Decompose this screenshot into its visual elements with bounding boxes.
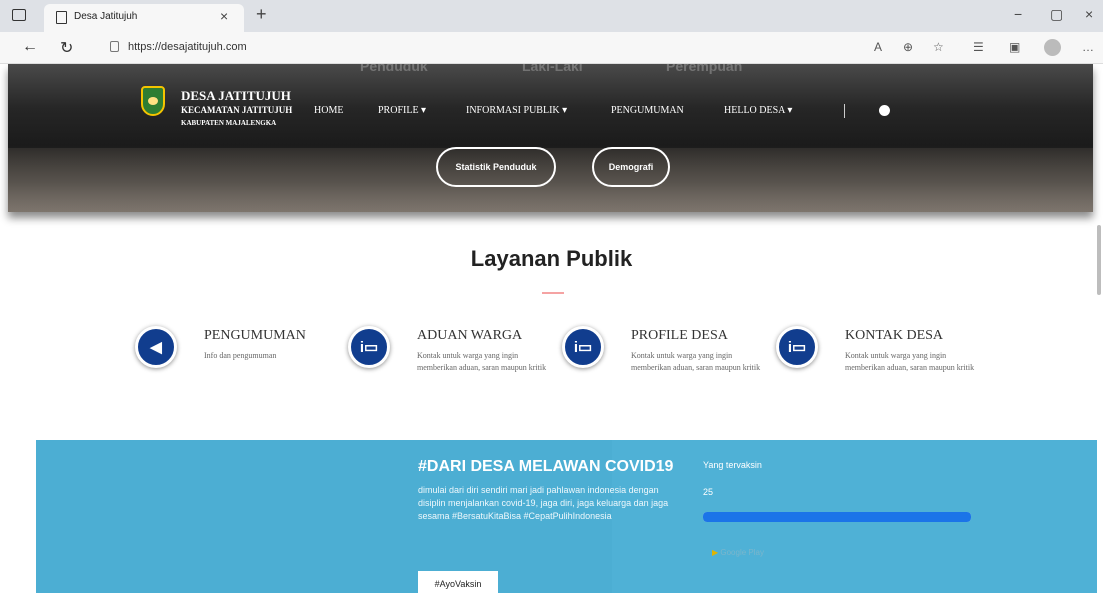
covid-title: #DARI DESA MELAWAN COVID19 (418, 458, 674, 475)
village-logo-icon[interactable] (141, 86, 165, 116)
info-board-icon[interactable]: i▭ (776, 326, 818, 368)
google-play-badge[interactable]: Google Play (712, 548, 764, 557)
nav-divider (844, 104, 845, 118)
page-viewport: Penduduk Laki-Laki Perempuan DESA JATITU… (0, 64, 1103, 593)
service-title[interactable]: KONTAK DESA (845, 328, 943, 344)
vaccination-progress-bar (703, 512, 971, 522)
brand-title[interactable]: DESA JATITUJUH (181, 88, 291, 104)
info-icon[interactable] (879, 105, 890, 116)
nav-pengumuman[interactable]: PENGUMUMAN (611, 105, 684, 116)
collections-icon[interactable]: ▣ (1009, 40, 1020, 54)
url-field[interactable]: https://desajatitujuh.com (128, 41, 247, 53)
favorite-icon[interactable]: ☆ (933, 40, 944, 54)
brand-subtitle: KECAMATAN JATITUJUH (181, 105, 293, 115)
favorites-list-icon[interactable]: ☰ (973, 40, 984, 54)
profile-avatar-icon[interactable] (1044, 39, 1061, 56)
hero-ghost-label: Laki-Laki (522, 64, 583, 74)
page-favicon-icon (56, 11, 67, 24)
service-desc: Kontak untuk warga yang ingin memberikan… (631, 351, 761, 372)
megaphone-icon[interactable]: ◀ (135, 326, 177, 368)
service-title[interactable]: PENGUMUMAN (204, 328, 306, 344)
more-options-icon[interactable]: … (1082, 40, 1094, 54)
service-desc: Kontak untuk warga yang ingin memberikan… (417, 351, 547, 372)
vaccinated-count: 25 (703, 487, 714, 497)
demografi-button[interactable]: Demografi (592, 147, 670, 187)
back-icon[interactable]: ← (22, 38, 38, 56)
layanan-publik-title: Layanan Publik (470, 246, 633, 271)
browser-tab[interactable]: Desa Jatitujuh × (44, 4, 244, 32)
minimize-icon[interactable]: − (1014, 6, 1022, 22)
lock-icon[interactable] (110, 41, 119, 52)
page-scrollbar[interactable] (1097, 225, 1101, 295)
brand-subtitle-2: KABUPATEN MAJALENGKA (181, 119, 277, 127)
tab-title: Desa Jatitujuh (74, 11, 138, 22)
title-underline (542, 292, 564, 294)
service-desc: Kontak untuk warga yang ingin memberikan… (845, 351, 975, 372)
read-aloud-icon[interactable]: A (874, 40, 882, 54)
close-window-icon[interactable]: × (1085, 6, 1093, 22)
tab-actions-icon[interactable] (12, 9, 26, 21)
info-board-icon[interactable]: i▭ (348, 326, 390, 368)
hero-banner: Penduduk Laki-Laki Perempuan DESA JATITU… (8, 64, 1093, 212)
zoom-icon[interactable]: ⊕ (903, 40, 913, 54)
restore-icon[interactable]: ▢ (1050, 6, 1063, 23)
nav-home[interactable]: HOME (314, 105, 343, 116)
info-board-icon[interactable]: i▭ (562, 326, 604, 368)
ayo-vaksin-button[interactable]: #AyoVaksin (418, 571, 498, 593)
nav-profile[interactable]: PROFILE ▾ (378, 105, 426, 116)
statistik-penduduk-button[interactable]: Statistik Penduduk (436, 147, 556, 187)
covid-section: #DARI DESA MELAWAN COVID19 dimulai dari … (36, 440, 1097, 593)
covid-text: dimulai dari diri sendiri mari jadi pahl… (418, 485, 669, 521)
close-tab-icon[interactable]: × (220, 8, 228, 24)
hero-ghost-label: Penduduk (360, 64, 428, 74)
nav-hello-desa[interactable]: HELLO DESA ▾ (724, 105, 792, 116)
hero-ghost-label: Perempuan (666, 64, 743, 74)
new-tab-icon[interactable]: + (256, 4, 267, 25)
address-bar: ← ↻ https://desajatitujuh.com A ⊕ ☆ ☰ ▣ … (0, 32, 1103, 64)
browser-tab-bar: Desa Jatitujuh × + − ▢ × (0, 0, 1103, 32)
vaccination-progress-fill (703, 512, 971, 522)
service-desc: Info dan pengumuman (204, 351, 277, 360)
service-title[interactable]: PROFILE DESA (631, 328, 728, 344)
vaccinated-label: Yang tervaksin (703, 460, 762, 470)
service-title[interactable]: ADUAN WARGA (417, 328, 522, 344)
refresh-icon[interactable]: ↻ (60, 38, 73, 58)
nav-informasi-publik[interactable]: INFORMASI PUBLIK ▾ (466, 105, 567, 116)
